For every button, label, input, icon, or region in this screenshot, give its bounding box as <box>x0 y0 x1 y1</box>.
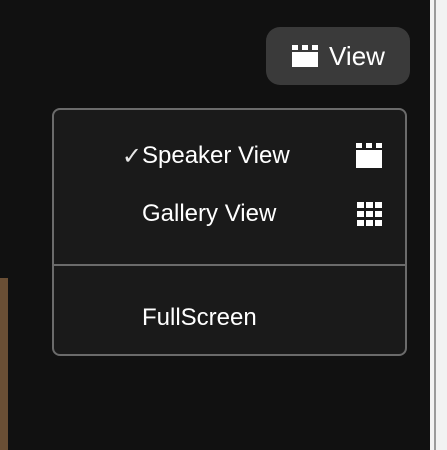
meeting-window: View ✓ Speaker View Gallery View FullScr… <box>0 0 430 450</box>
window-edge-line <box>434 0 436 450</box>
speaker-view-icon <box>356 143 382 168</box>
view-button-label: View <box>329 40 385 71</box>
speaker-view-icon <box>292 45 319 67</box>
menu-item-gallery-view[interactable]: Gallery View <box>54 186 405 242</box>
checkmark-icon: ✓ <box>121 142 142 170</box>
menu-item-label: FullScreen <box>142 304 257 331</box>
menu-item-speaker-view[interactable]: ✓ Speaker View <box>54 128 405 184</box>
video-tile-edge <box>0 278 8 450</box>
view-button[interactable]: View <box>266 27 410 85</box>
view-menu: ✓ Speaker View Gallery View FullScreen <box>52 108 407 356</box>
gallery-view-icon <box>357 202 382 226</box>
menu-item-fullscreen[interactable]: FullScreen <box>54 290 405 346</box>
menu-item-label: Speaker View <box>142 142 290 169</box>
window-edge <box>430 0 447 450</box>
menu-divider <box>54 264 405 266</box>
menu-item-label: Gallery View <box>142 200 277 227</box>
